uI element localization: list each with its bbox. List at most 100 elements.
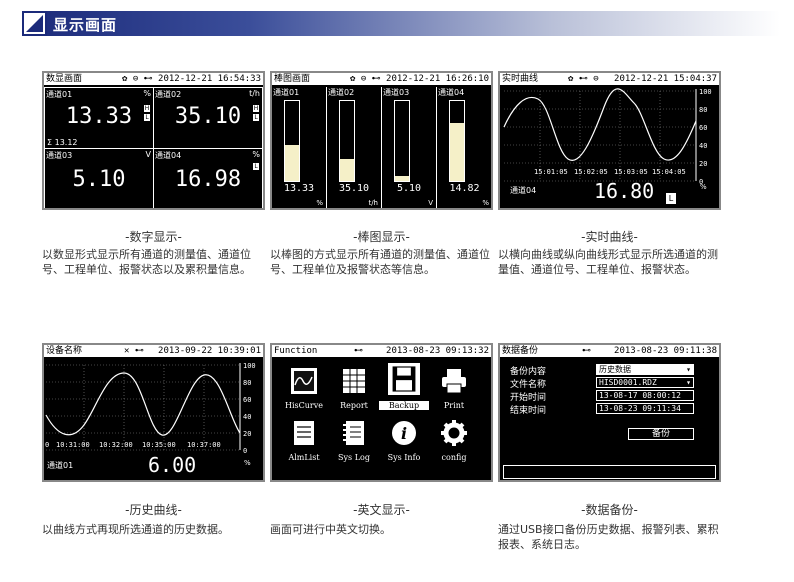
- bar-gauge: [284, 100, 300, 182]
- bar-gauge: [449, 100, 465, 182]
- channel-name: 通道01: [273, 88, 300, 97]
- panel-caption: -数据备份-: [581, 503, 638, 517]
- scale-label: 20: [243, 430, 251, 438]
- channel-value: 6.00: [148, 453, 197, 477]
- function-menu-screen: Function ⊷ 2013-08-23 09:13:32 HisCurve …: [270, 343, 493, 482]
- data-backup-screen: 数据备份 ⊷ 2013-08-23 09:11:38 备份内容 历史数据 ▾ 文件…: [498, 343, 721, 482]
- screen-datetime: 2013-09-22 10:39:01: [158, 346, 261, 356]
- menu-item-label: Sys Log: [338, 453, 370, 462]
- channel-cell[interactable]: 通道02 t/h 35.10 H L: [153, 87, 263, 149]
- screen-datetime: 2012-12-21 15:04:37: [614, 74, 717, 84]
- status-icons: ⊷: [582, 346, 591, 356]
- scale-label: 100: [699, 88, 712, 96]
- bar-column[interactable]: 通道04 14.82 %: [437, 87, 491, 208]
- start-time-field[interactable]: 13-08-17 08:00:12: [596, 390, 694, 401]
- channel-name: 通道01: [46, 90, 73, 99]
- panel-description: 以横向曲线或纵向曲线形式显示所选通道的测量值、通道位号、工程单位、报警状态。: [498, 248, 718, 276]
- alarm-tag-icon: L: [144, 114, 150, 121]
- status-icons: ✿ ⊖ ⊷: [122, 74, 153, 84]
- field-label: 备份内容: [510, 367, 547, 377]
- panel-caption: -数字显示-: [125, 230, 182, 244]
- screen-datetime: 2013-08-23 09:13:32: [386, 346, 489, 356]
- bar-fill: [285, 145, 299, 181]
- channel-cell[interactable]: 通道01 % 13.33 H L Σ 13.12: [44, 87, 154, 149]
- channel-unit: %: [252, 150, 260, 159]
- panel-description: 以曲线方式再现所选通道的历史数据。: [42, 523, 229, 536]
- channel-unit: V: [428, 199, 433, 207]
- alarm-tag-icon: L: [253, 163, 259, 170]
- panel-caption: -棒图显示-: [353, 230, 410, 244]
- channel-value: 35.10: [174, 104, 242, 129]
- bar-gauge: [394, 100, 410, 182]
- channel-unit: %: [482, 199, 489, 207]
- menu-item-sysinfo[interactable]: i Sys Info: [379, 419, 429, 462]
- bar-fill: [395, 176, 409, 181]
- bar-column[interactable]: 通道02 35.10 t/h: [327, 87, 382, 208]
- channel-unit: %: [244, 459, 251, 467]
- field-value: 13-08-23 09:11:34: [599, 404, 681, 413]
- channel-name: 通道01: [47, 461, 74, 470]
- menu-item-hiscurve[interactable]: HisCurve: [279, 367, 329, 410]
- channel-cell[interactable]: 通道04 % 16.98 L: [153, 148, 263, 208]
- select-value: 历史数据: [599, 365, 631, 374]
- backup-button[interactable]: 备份: [628, 428, 694, 440]
- panel-description: 以棒图的方式显示所有通道的测量值、通道位号、工程单位及报警状态等信息。: [270, 248, 490, 276]
- channel-unit: t/h: [249, 89, 260, 98]
- bar-column[interactable]: 通道01 13.33 %: [272, 87, 327, 208]
- log-notebook-icon: [343, 421, 364, 445]
- channel-value: 5.10: [72, 167, 126, 192]
- info-icon: i: [392, 421, 416, 445]
- menu-item-almlist[interactable]: AlmList: [279, 419, 329, 462]
- backup-content-select[interactable]: 历史数据 ▾: [596, 364, 694, 375]
- field-label: 结束时间: [510, 406, 547, 416]
- printer-icon: [442, 369, 466, 394]
- channel-name: 通道04: [155, 151, 182, 160]
- screen-status-bar: 棒图画面 ✿ ⊖ ⊷ 2012-12-21 16:26:10: [272, 73, 491, 86]
- channel-value: 35.10: [338, 183, 370, 194]
- channel-unit: %: [143, 89, 151, 98]
- status-icons: ✿ ⊖ ⊷: [350, 74, 381, 84]
- channel-cell[interactable]: 通道03 V 5.10: [44, 148, 154, 208]
- bar-gauge: [339, 100, 355, 182]
- channel-value: 14.82: [449, 183, 480, 194]
- screen-status-bar: 实时曲线 ✿ ⊷ ⊖ 2012-12-21 15:04:37: [500, 73, 719, 86]
- screen-title: 数据备份: [502, 346, 539, 356]
- floppy-disk-icon: [388, 363, 420, 395]
- channel-value: 13.33: [283, 183, 315, 194]
- panel-caption: -实时曲线-: [581, 230, 638, 244]
- field-label: 开始时间: [510, 393, 547, 403]
- channel-value: 16.98: [174, 167, 242, 192]
- screen-datetime: 2012-12-21 16:54:33: [158, 74, 261, 84]
- screen-title: 实时曲线: [502, 74, 539, 84]
- channel-unit: %: [316, 199, 323, 207]
- realtime-curve-screen: 实时曲线 ✿ ⊷ ⊖ 2012-12-21 15:04:37 100 80 60…: [498, 71, 721, 210]
- screen-status-bar: 设备名称 ✕ ⊷ 2013-09-22 10:39:01: [44, 345, 263, 358]
- scale-label: 80: [699, 106, 707, 114]
- screen-datetime: 2013-08-23 09:11:38: [614, 346, 717, 356]
- scale-label: 40: [699, 142, 707, 150]
- screen-status-bar: 数显画面 ✿ ⊖ ⊷ 2012-12-21 16:54:33: [44, 73, 263, 86]
- field-value: 13-08-17 08:00:12: [599, 391, 681, 400]
- status-icons: ✕ ⊷: [124, 346, 144, 356]
- time-label: 15:02:05: [574, 168, 608, 176]
- menu-item-report[interactable]: Report: [329, 367, 379, 410]
- time-label: 15:04:05: [652, 168, 686, 176]
- channel-name: 通道04: [438, 88, 465, 97]
- menu-item-syslog[interactable]: Sys Log: [329, 419, 379, 462]
- section-header: 显示画面: [22, 11, 780, 36]
- channel-name: 通道03: [383, 88, 410, 97]
- menu-item-config[interactable]: config: [429, 419, 479, 462]
- bar-column[interactable]: 通道03 5.10 V: [382, 87, 437, 208]
- screen-title: 设备名称: [46, 346, 83, 356]
- menu-item-label: Backup: [379, 401, 429, 410]
- menu-item-print[interactable]: Print: [429, 367, 479, 410]
- menu-item-backup[interactable]: Backup: [379, 363, 429, 410]
- screen-status-bar: Function ⊷ 2013-08-23 09:13:32: [272, 345, 491, 358]
- channel-value: 13.33: [65, 104, 133, 129]
- end-time-field[interactable]: 13-08-23 09:11:34: [596, 403, 694, 414]
- screen-title: 棒图画面: [274, 74, 311, 84]
- time-label: 0: [45, 441, 49, 449]
- file-name-field[interactable]: HISD0001.RDZ ▾: [596, 377, 694, 388]
- history-curve-screen: 设备名称 ✕ ⊷ 2013-09-22 10:39:01 100 80 60 4…: [42, 343, 265, 482]
- svg-text:i: i: [401, 424, 407, 443]
